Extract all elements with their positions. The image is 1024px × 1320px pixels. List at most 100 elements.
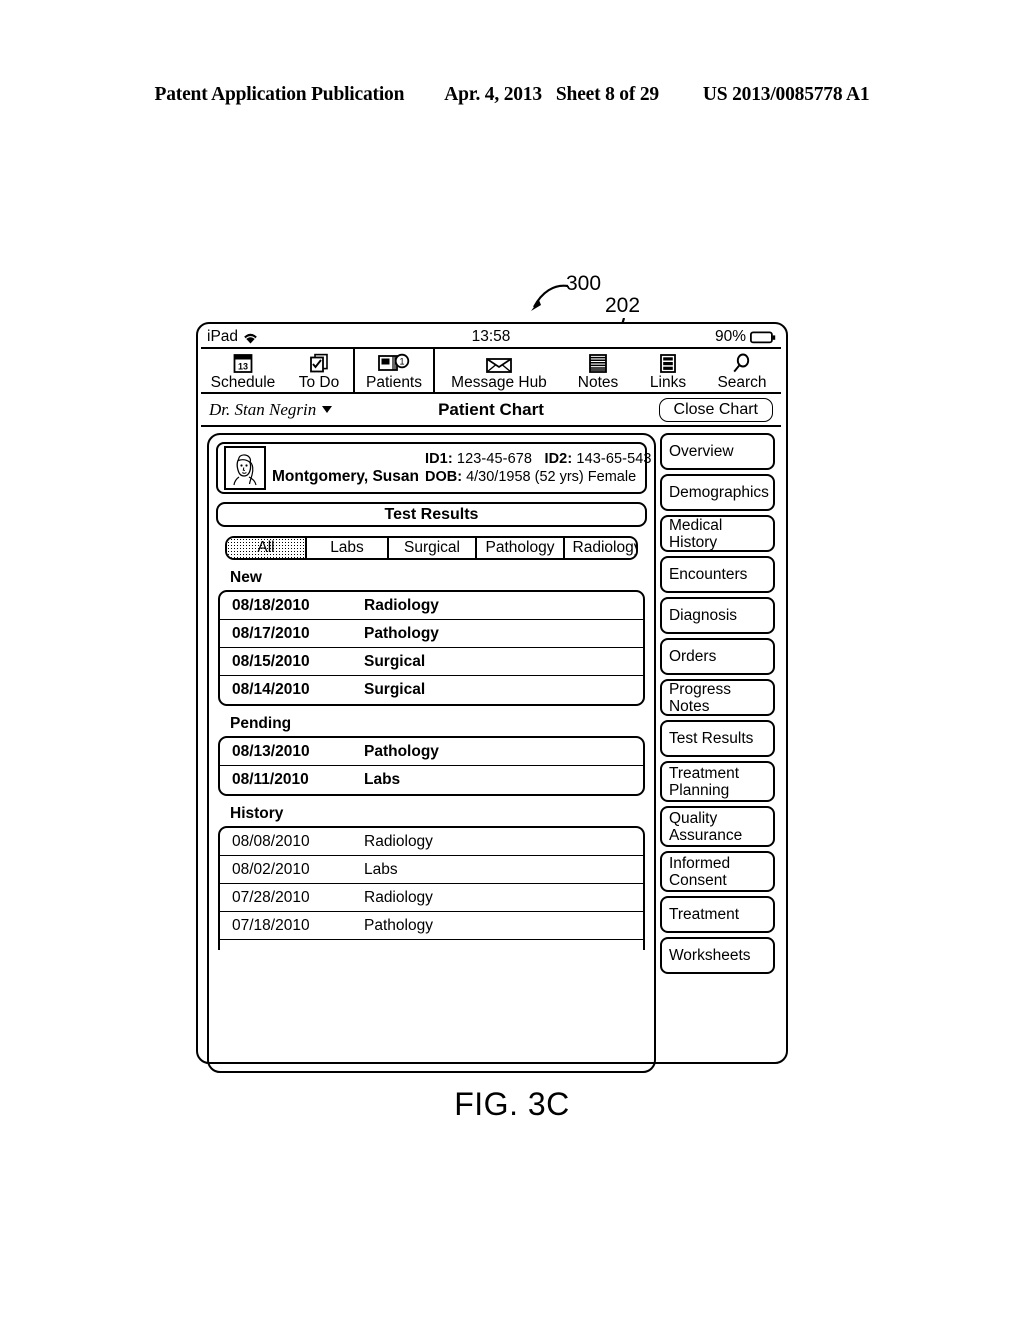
sidebar-item-treatment-planning[interactable]: Treatment Planning <box>659 761 775 802</box>
toolbar-item-todo[interactable]: To Do <box>285 349 353 392</box>
id1-label: ID1: <box>424 451 453 467</box>
tab-pathology[interactable]: Pathology <box>477 538 565 558</box>
sidebar-item-overview[interactable]: Overview <box>659 433 775 470</box>
battery-icon <box>750 331 776 344</box>
row-date: 07/18/2010 <box>232 916 310 934</box>
table-row[interactable]: 08/18/2010 Radiology <box>220 592 643 620</box>
group-label-new: New <box>230 569 262 586</box>
table-row[interactable]: 07/28/2010 Radiology <box>220 884 643 912</box>
row-date: 08/15/2010 <box>232 652 310 670</box>
patient-dob-row: DOB: 4/30/1958 (52 yrs) Female <box>425 469 652 485</box>
row-type: Surgical <box>364 652 426 670</box>
figure-caption: FIG. 3C <box>454 1086 570 1122</box>
sidebar-item-treatment[interactable]: Treatment <box>659 896 775 933</box>
close-chart-button[interactable]: Close Chart <box>658 397 773 422</box>
sidebar-item-demographics[interactable]: Demographics <box>659 474 775 511</box>
table-row[interactable]: 08/08/2010 Radiology <box>220 828 643 856</box>
table-row[interactable]: 08/13/2010 Pathology <box>220 738 643 766</box>
toolbar-label-message-hub: Message Hub <box>451 374 547 391</box>
row-date: 08/08/2010 <box>232 832 310 850</box>
sidebar-item-worksheets[interactable]: Worksheets <box>659 937 775 974</box>
svg-text:1: 1 <box>399 357 404 367</box>
battery-percent-label: 90% <box>714 328 746 345</box>
sidebar-item-orders[interactable]: Orders <box>659 638 775 675</box>
table-row[interactable]: 07/18/2010 Pathology <box>220 912 643 940</box>
status-bar: iPad 13:58 90% <box>201 327 781 349</box>
id2-value: 143-65-543 <box>576 451 652 467</box>
sidebar-item-label-line1: Quality <box>668 809 718 827</box>
status-bar-time: 13:58 <box>471 328 511 345</box>
patient-banner: Montgomery, Susan ID1: 123-45-678 ID2: 1… <box>216 442 651 494</box>
sidebar-item-label-line2: Consent <box>668 871 727 889</box>
chart-section-menu: Overview Demographics Medical History En… <box>659 433 775 1073</box>
sidebar-item-label: Demographics <box>668 484 769 501</box>
svg-text:13: 13 <box>238 362 248 372</box>
table-row[interactable]: 08/11/2010 Labs <box>220 766 643 794</box>
toolbar-item-links[interactable]: Links <box>633 349 703 392</box>
sidebar-item-test-results[interactable]: Test Results <box>659 720 775 757</box>
sidebar-item-label-line1: Informed <box>668 854 731 872</box>
sidebar-item-label-line2: Planning <box>668 781 730 799</box>
row-type: Pathology <box>364 624 439 642</box>
id1-value: 123-45-678 <box>456 451 533 467</box>
toolbar-label-search: Search <box>717 374 767 391</box>
table-row[interactable]: 08/14/2010 Surgical <box>220 676 643 704</box>
sidebar-item-quality-assurance[interactable]: Quality Assurance <box>659 806 775 847</box>
sidebar-item-label: Encounters <box>668 566 748 583</box>
group-list-new: 08/18/2010 Radiology 08/17/2010 Patholog… <box>218 590 645 706</box>
chart-body: Montgomery, Susan ID1: 123-45-678 ID2: 1… <box>201 427 781 1079</box>
dob-label: DOB: <box>424 469 463 485</box>
row-type: Pathology <box>364 916 433 934</box>
patients-book-icon: 1 <box>377 352 411 374</box>
sidebar-item-label: Overview <box>668 443 734 460</box>
sidebar-item-label: Diagnosis <box>668 607 738 624</box>
envelope-icon <box>485 352 513 374</box>
ipad-device-frame: iPad 13:58 90% 13 Schedule To Do 1 Patie… <box>196 322 788 1073</box>
toolbar-item-message-hub[interactable]: Message Hub <box>435 349 563 392</box>
sidebar-item-informed-consent[interactable]: Informed Consent <box>659 851 775 892</box>
sidebar-item-medical-history[interactable]: Medical History <box>659 515 775 552</box>
tab-radiology[interactable]: Radiology <box>565 538 636 558</box>
notes-lines-icon <box>587 352 609 374</box>
toolbar-item-notes[interactable]: Notes <box>563 349 633 392</box>
sidebar-item-progress-notes[interactable]: Progress Notes <box>659 679 775 716</box>
toolbar-item-search[interactable]: Search <box>703 349 781 392</box>
patent-page-header: Patent Application Publication Apr. 4, 2… <box>0 84 1024 106</box>
row-date: 08/13/2010 <box>232 742 310 760</box>
calendar-icon: 13 <box>232 352 254 374</box>
toolbar-label-patients: Patients <box>365 374 422 391</box>
row-date: 08/17/2010 <box>232 624 310 642</box>
row-type: Labs <box>364 860 398 878</box>
reference-numeral-202: 202 <box>605 294 641 317</box>
row-date: 08/18/2010 <box>232 596 310 614</box>
publication-label: Patent Application Publication <box>154 84 405 105</box>
publication-date: Apr. 4, 2013 <box>444 84 542 105</box>
sidebar-item-label: Worksheets <box>668 947 751 964</box>
toolbar-item-patients[interactable]: 1 Patients <box>355 349 433 392</box>
ipad-screen: iPad 13:58 90% 13 Schedule To Do 1 Patie… <box>201 327 781 1073</box>
links-list-icon <box>657 352 679 374</box>
main-content-pane: Montgomery, Susan ID1: 123-45-678 ID2: 1… <box>207 433 656 1073</box>
table-row-partial[interactable] <box>220 940 643 950</box>
sidebar-item-encounters[interactable]: Encounters <box>659 556 775 593</box>
toolbar-item-schedule[interactable]: 13 Schedule <box>201 349 285 392</box>
row-date: 08/02/2010 <box>232 860 310 878</box>
patient-name: Montgomery, Susan <box>272 468 419 485</box>
table-row[interactable]: 08/15/2010 Surgical <box>220 648 643 676</box>
sidebar-item-label-line2: Assurance <box>668 826 743 844</box>
tab-all[interactable]: All <box>227 538 307 558</box>
sidebar-item-diagnosis[interactable]: Diagnosis <box>659 597 775 634</box>
sidebar-item-label: Test Results <box>668 730 754 747</box>
tab-labs[interactable]: Labs <box>307 538 389 558</box>
row-date: 08/11/2010 <box>232 771 309 788</box>
reference-numeral-300: 300 <box>566 272 602 295</box>
tab-surgical[interactable]: Surgical <box>389 538 477 558</box>
toolbar-label-notes: Notes <box>577 374 619 391</box>
row-date: 08/14/2010 <box>232 681 310 698</box>
row-type: Radiology <box>364 596 439 614</box>
table-row[interactable]: 08/17/2010 Pathology <box>220 620 643 648</box>
test-results-header: Test Results <box>216 502 647 527</box>
table-row[interactable]: 08/02/2010 Labs <box>220 856 643 884</box>
group-label-history: History <box>230 805 284 822</box>
row-type: Radiology <box>364 832 433 850</box>
